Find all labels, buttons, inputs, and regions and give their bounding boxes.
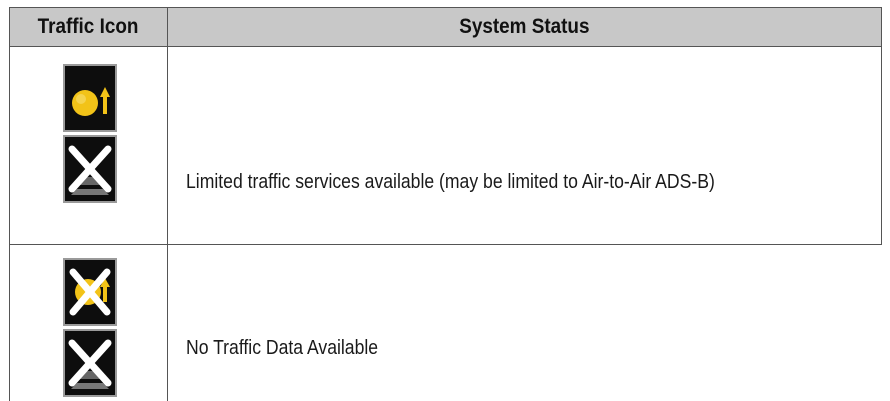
column-header-traffic-icon: Traffic Icon (9, 7, 168, 47)
traffic-status-table: Traffic Icon System Status Limited traff… (9, 7, 882, 401)
traffic-failed-x-icon (63, 329, 117, 397)
traffic-icon-stack (63, 258, 117, 400)
system-status-text: Limited traffic services available (may … (186, 171, 715, 193)
traffic-icon-cell (9, 47, 168, 244)
column-header-system-status: System Status (168, 7, 882, 47)
system-status-cell: Limited traffic services available (may … (168, 47, 882, 244)
system-status-text: No Traffic Data Available (186, 337, 379, 359)
traffic-failed-x-icon (63, 135, 117, 203)
traffic-icon-cell (9, 245, 168, 401)
traffic-target-crossed-out-icon (63, 258, 117, 326)
system-status-cell: No Traffic Data Available (168, 245, 882, 401)
table-row: Limited traffic services available (may … (9, 47, 882, 245)
traffic-icon-stack (63, 64, 117, 206)
table-row: No Traffic Data Available (9, 245, 882, 401)
column-header-system-status-label: System Status (459, 15, 590, 38)
traffic-target-up-arrow-icon (63, 64, 117, 132)
column-header-traffic-icon-label: Traffic Icon (38, 15, 139, 38)
